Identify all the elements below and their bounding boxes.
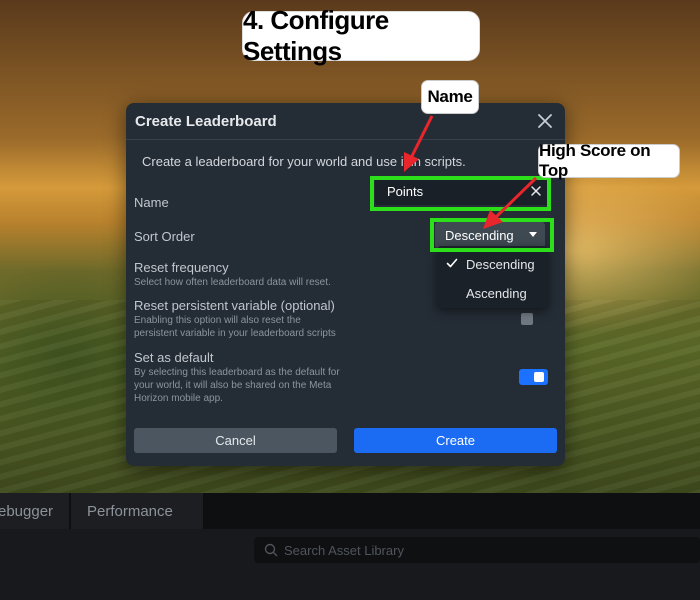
step-title-banner: 4. Configure Settings [242,5,480,66]
tab-debugger[interactable]: ebugger [0,493,70,529]
sort-order-callout: High Score on Top [538,141,680,180]
menu-item-ascending[interactable]: Ascending [437,279,548,307]
create-button[interactable]: Create [354,428,557,453]
tab-performance[interactable]: Performance [71,493,204,529]
name-callout: Name [421,80,479,114]
set-default-label: Set as default [134,350,214,365]
close-icon[interactable] [535,111,555,131]
menu-item-label: Descending [466,256,535,272]
set-default-help-1: By selecting this leaderboard as the def… [134,367,340,378]
cancel-button[interactable]: Cancel [134,428,337,453]
check-icon [446,258,458,268]
reset-frequency-label: Reset frequency [134,260,229,275]
sort-order-menu: Descending Ascending [437,246,548,308]
editor-panel: ebugger Performance Search Asset Library [0,493,700,600]
set-default-help-3: Horizon mobile app. [134,393,223,404]
dialog-description: Create a leaderboard for your world and … [142,154,466,169]
set-default-help-2: your world, it will also be shared on th… [134,380,332,391]
asset-search-placeholder: Search Asset Library [284,542,404,558]
asset-search-input[interactable]: Search Asset Library [254,537,700,563]
set-default-toggle[interactable] [519,369,548,385]
editor-tab-bar: ebugger Performance [0,493,700,529]
reset-persistent-help-1: Enabling this option will also reset the [134,315,301,326]
menu-item-descending[interactable]: Descending [437,250,548,278]
menu-item-label: Ascending [466,285,527,301]
dialog-header: Create Leaderboard [126,103,565,140]
reset-frequency-help: Select how often leaderboard data will r… [134,277,331,288]
sort-order-label: Sort Order [134,229,195,244]
dialog-title: Create Leaderboard [135,113,277,130]
search-icon [264,543,278,557]
sort-order-highlight-box [430,218,554,252]
name-highlight-box [370,176,551,211]
reset-persistent-help-2: persistent variable in your leaderboard … [134,328,336,339]
reset-persistent-label: Reset persistent variable (optional) [134,298,335,313]
reset-persistent-checkbox[interactable] [521,313,533,325]
name-label: Name [134,195,169,210]
create-leaderboard-dialog: Create Leaderboard Create a leaderboard … [126,103,565,466]
toggle-knob [534,372,544,382]
